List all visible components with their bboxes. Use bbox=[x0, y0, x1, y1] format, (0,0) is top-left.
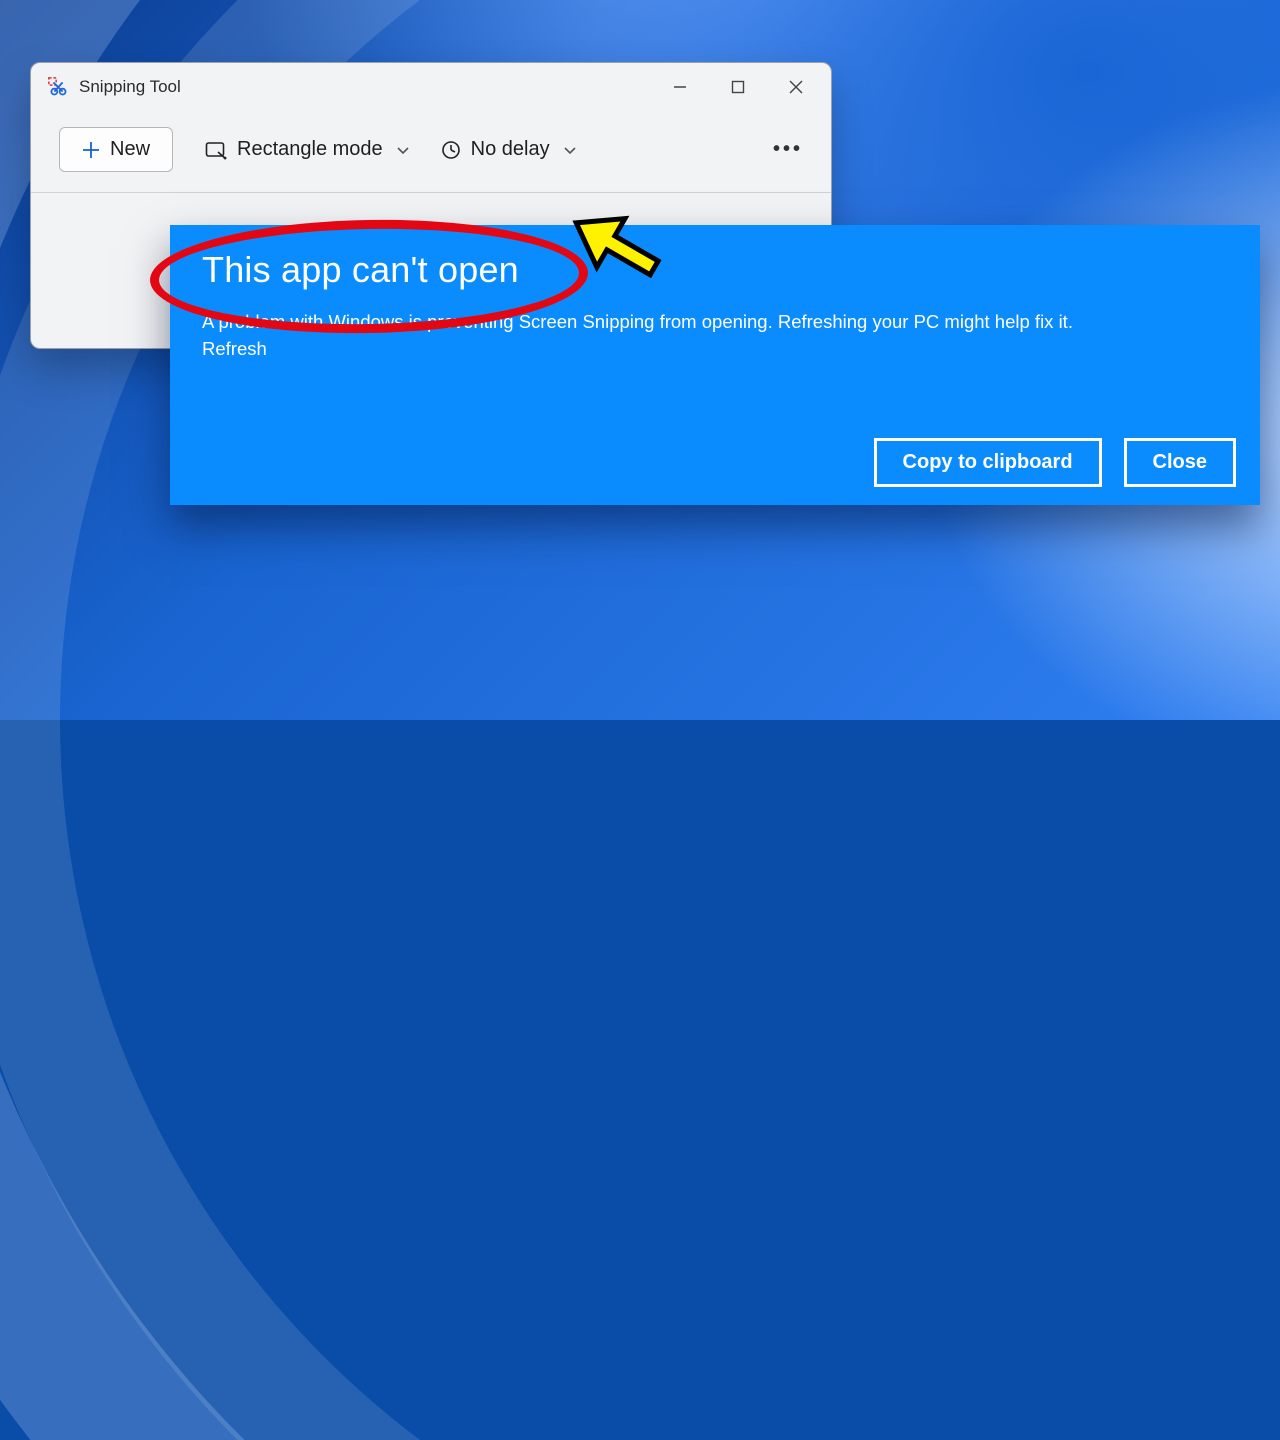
titlebar[interactable]: Snipping Tool bbox=[31, 63, 831, 111]
toolbar: New Rectangle mode bbox=[31, 111, 831, 192]
window-title: Snipping Tool bbox=[79, 77, 181, 97]
more-icon: ••• bbox=[773, 138, 803, 161]
error-title: This app can't open bbox=[202, 249, 1228, 291]
error-message: A problem with Windows is preventing Scr… bbox=[202, 309, 1228, 363]
clock-icon bbox=[441, 140, 461, 160]
minimize-button[interactable] bbox=[651, 67, 709, 107]
copy-to-clipboard-button[interactable]: Copy to clipboard bbox=[874, 438, 1102, 487]
rectangle-mode-icon bbox=[205, 140, 227, 160]
new-snip-button[interactable]: New bbox=[59, 127, 173, 172]
chevron-down-icon bbox=[397, 142, 409, 158]
mode-dropdown[interactable]: Rectangle mode bbox=[205, 138, 409, 161]
plus-icon bbox=[82, 141, 100, 159]
error-body-line1: A problem with Windows is preventing Scr… bbox=[202, 309, 1228, 336]
close-dialog-button[interactable]: Close bbox=[1124, 438, 1236, 487]
error-body-line2: Refresh bbox=[202, 336, 1228, 363]
delay-dropdown[interactable]: No delay bbox=[441, 138, 576, 161]
delay-label: No delay bbox=[471, 138, 550, 161]
new-button-label: New bbox=[110, 138, 150, 161]
snipping-tool-icon bbox=[47, 76, 69, 98]
error-dialog: This app can't open A problem with Windo… bbox=[170, 225, 1260, 505]
window-controls bbox=[651, 67, 825, 107]
mode-label: Rectangle mode bbox=[237, 138, 383, 161]
chevron-down-icon bbox=[564, 142, 576, 158]
maximize-button[interactable] bbox=[709, 67, 767, 107]
more-options-button[interactable]: ••• bbox=[773, 138, 803, 161]
close-button[interactable] bbox=[767, 67, 825, 107]
